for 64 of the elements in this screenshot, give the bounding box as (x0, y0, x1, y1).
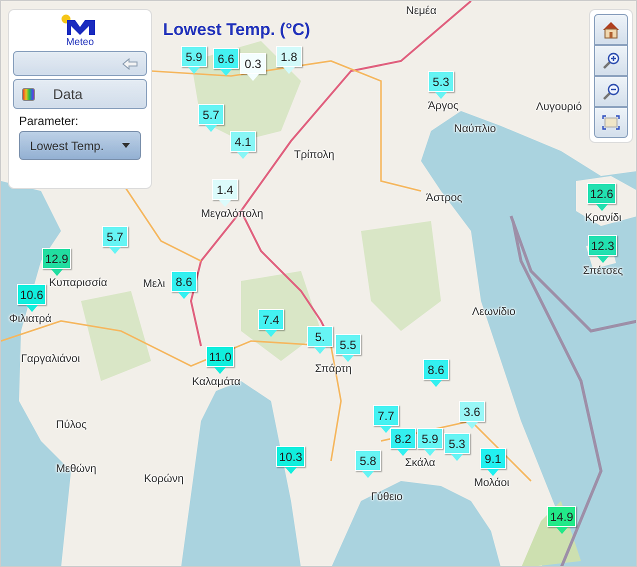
place-label: Κυπαρισσία (49, 277, 108, 289)
marker-pointer-icon (220, 69, 232, 76)
place-label: Λυγουριό (536, 101, 582, 113)
marker-pointer-icon (205, 125, 217, 132)
home-button[interactable] (594, 14, 628, 45)
place-label: Κρανίδι (585, 212, 622, 224)
place-label: Μολάοι (474, 477, 510, 489)
marker-pointer-icon (247, 74, 259, 81)
marker-pointer-icon (283, 67, 295, 74)
arrow-left-icon (122, 58, 138, 70)
place-label: Μεθώνη (56, 463, 96, 475)
zoom-in-icon (602, 52, 620, 70)
marker-pointer-icon (451, 454, 463, 461)
marker-pointer-icon (466, 422, 478, 429)
place-label: Φιλιατρά (9, 313, 52, 325)
marker-pointer-icon (237, 152, 249, 159)
place-label: Άστρος (426, 192, 462, 204)
marker-pointer-icon (380, 426, 392, 433)
marker-pointer-icon (596, 256, 609, 263)
zoom-out-icon (602, 82, 620, 100)
parameter-select[interactable]: Lowest Temp. (19, 131, 141, 160)
place-label: Κορώνη (144, 473, 184, 485)
place-label: Γύθειο (371, 491, 403, 503)
marker-pointer-icon (362, 471, 374, 478)
marker-pointer-icon (430, 380, 442, 387)
place-label: Ναύπλιο (454, 123, 496, 135)
caret-icon (122, 143, 130, 148)
marker-pointer-icon (342, 355, 354, 362)
marker-pointer-icon (109, 247, 121, 254)
marker-pointer-icon (596, 204, 608, 211)
place-label: Λεωνίδιο (472, 306, 516, 318)
marker-pointer-icon (26, 305, 38, 312)
place-label: Σκάλα (405, 457, 436, 469)
marker-pointer-icon (214, 367, 226, 374)
home-icon (602, 20, 620, 38)
place-label: Μελι (143, 278, 166, 290)
place-label: Γαργαλιάνοι (21, 353, 80, 365)
marker-pointer-icon (219, 200, 231, 207)
marker-pointer-icon (435, 92, 447, 99)
place-label: Πύλος (56, 419, 87, 431)
place-label: Άργος (428, 100, 459, 112)
color-palette-icon (22, 88, 35, 100)
marker-pointer-icon (284, 467, 297, 474)
marker-pointer-icon (314, 347, 326, 354)
parameter-label: Parameter: (18, 114, 80, 128)
marker-pointer-icon (188, 67, 200, 74)
marker-pointer-icon (178, 292, 190, 299)
zoom-in-button[interactable] (594, 45, 628, 76)
place-label: Νεμέα (406, 5, 436, 17)
place-label: Τρίπολη (294, 149, 334, 161)
zoom-out-button[interactable] (594, 76, 628, 107)
logo-text: Meteo (66, 37, 94, 48)
place-label: Καλαμάτα (192, 376, 241, 388)
marker-pointer-icon (397, 449, 409, 456)
marker-pointer-icon (265, 330, 277, 337)
data-button[interactable]: Data (13, 79, 147, 109)
map-title: Lowest Temp. (°C) (163, 20, 310, 40)
marker-pointer-icon (50, 269, 63, 276)
place-label: Σπέτσες (583, 265, 623, 277)
marker-pointer-icon (424, 449, 436, 456)
marker-pointer-icon (556, 527, 568, 534)
marker-pointer-icon (487, 469, 499, 476)
full-extent-icon (602, 115, 620, 130)
full-extent-button[interactable] (594, 107, 628, 138)
